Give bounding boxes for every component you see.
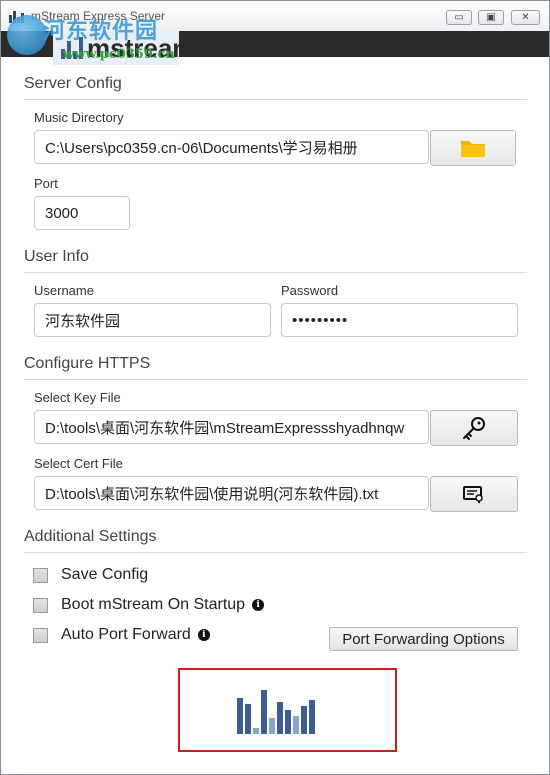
cert-file-field[interactable]: D:\tools\桌面\河东软件园\使用说明(河东软件园).txt [34, 476, 429, 510]
port-forwarding-options-button[interactable]: Port Forwarding Options [329, 627, 518, 651]
key-file-label: Select Key File [34, 390, 121, 405]
port-field[interactable]: 3000 [34, 196, 130, 230]
info-icon[interactable]: i [252, 599, 265, 611]
folder-icon [461, 141, 485, 157]
section-divider [24, 552, 527, 553]
browse-music-directory-button[interactable] [430, 130, 516, 166]
section-divider [24, 99, 527, 100]
user-info-heading: User Info [24, 248, 89, 265]
boot-on-startup-option[interactable]: Boot mStream On Startup i [33, 596, 265, 614]
music-directory-field[interactable]: C:\Users\pc0359.cn-06\Documents\学习易相册 [34, 130, 429, 164]
maximize-button[interactable]: ▣ [478, 10, 504, 25]
app-window: mStream Express Server ▭ ▣ ✕ mstream 河东软… [0, 0, 550, 775]
close-button[interactable]: ✕ [511, 10, 540, 25]
select-cert-file-button[interactable] [430, 476, 518, 512]
additional-settings-heading: Additional Settings [24, 528, 157, 545]
section-divider [24, 379, 527, 380]
username-field[interactable]: 河东软件园 [34, 303, 271, 337]
info-icon[interactable]: i [197, 629, 210, 641]
section-divider [24, 272, 527, 273]
key-icon [463, 417, 485, 440]
watermark-url: www.pc0359.cn [63, 47, 175, 62]
save-config-label: Save Config [61, 566, 149, 583]
auto-port-forward-checkbox[interactable] [33, 627, 48, 643]
watermark-logo-icon [7, 15, 47, 55]
key-file-field[interactable]: D:\tools\桌面\河东软件园\mStreamExpressshyadhnq… [34, 410, 429, 444]
auto-port-forward-label: Auto Port Forward [61, 626, 191, 643]
cert-file-label: Select Cert File [34, 456, 123, 471]
boot-on-startup-label: Boot mStream On Startup [61, 596, 246, 613]
save-config-option[interactable]: Save Config [33, 566, 148, 584]
port-label: Port [34, 176, 58, 191]
save-config-checkbox[interactable] [33, 567, 48, 583]
boot-on-startup-checkbox[interactable] [33, 597, 48, 613]
music-directory-label: Music Directory [34, 110, 124, 125]
password-label: Password [281, 283, 339, 298]
auto-port-forward-option[interactable]: Auto Port Forward i [33, 626, 210, 644]
watermark-text: 河东软件园 [43, 18, 159, 44]
minimize-button[interactable]: ▭ [446, 10, 472, 25]
select-key-file-button[interactable] [430, 410, 518, 446]
certificate-icon [463, 486, 483, 504]
configure-https-heading: Configure HTTPS [24, 355, 151, 372]
username-label: Username [34, 283, 94, 298]
mstream-logo-icon[interactable] [237, 690, 317, 734]
password-field[interactable]: ••••••••• [281, 303, 518, 337]
server-config-heading: Server Config [24, 75, 122, 92]
